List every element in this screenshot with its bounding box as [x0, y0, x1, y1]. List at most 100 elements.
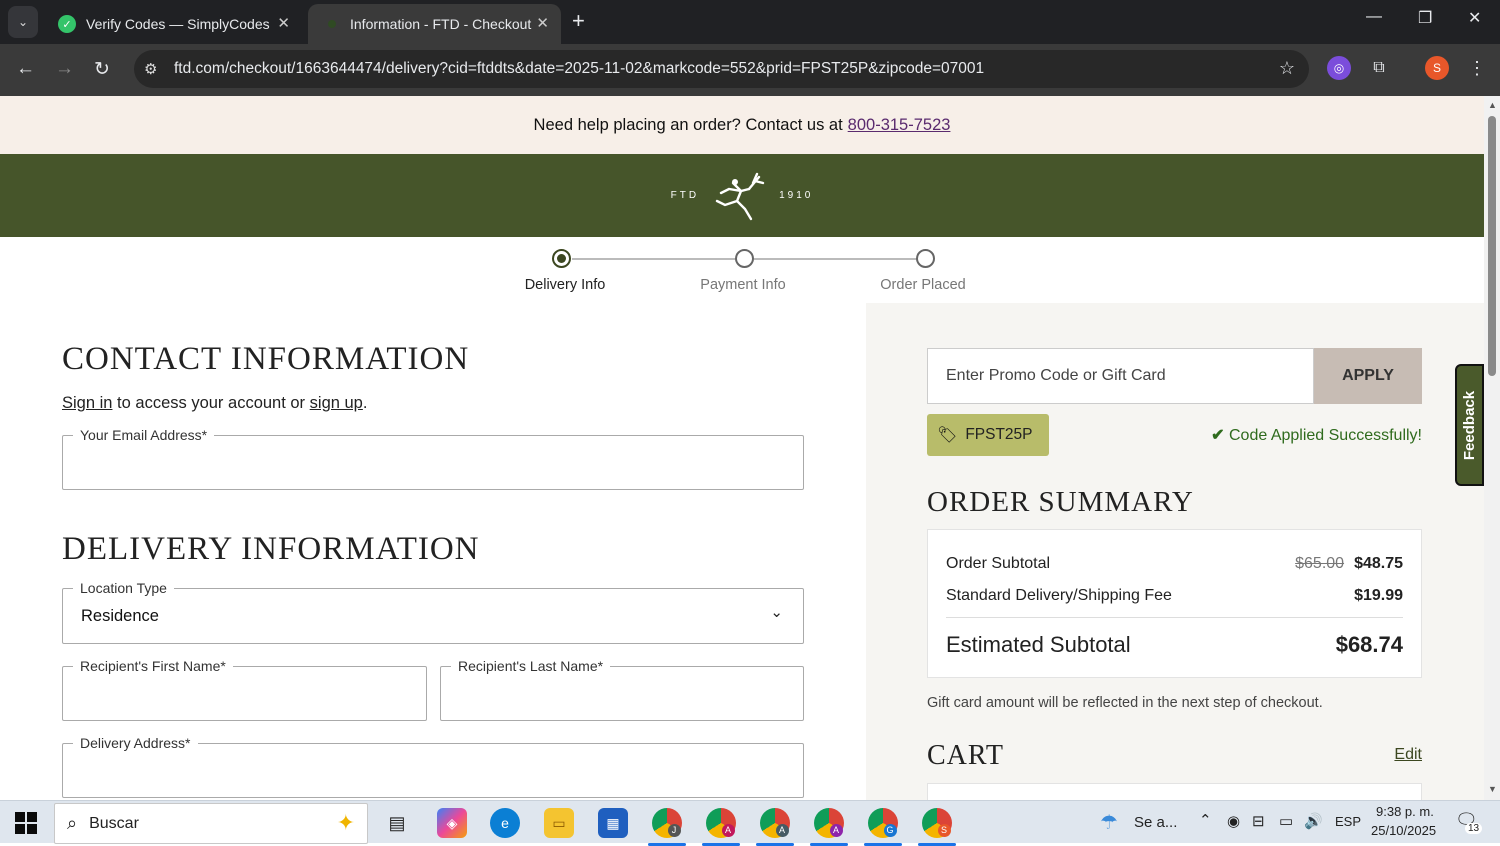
brand-right-text: 1910 [779, 190, 814, 201]
delivery-title: DELIVERY INFORMATION [62, 531, 480, 567]
page-viewport: Need help placing an order? Contact us a… [0, 96, 1484, 800]
new-tab-button[interactable]: + [572, 8, 585, 34]
subtotal-label: Order Subtotal [946, 555, 1051, 572]
address-bar[interactable]: ⚙ ftd.com/checkout/1663644474/delivery?c… [134, 50, 1309, 88]
volume-icon[interactable]: 🔊 [1304, 812, 1323, 830]
order-summary-title: ORDER SUMMARY [927, 486, 1194, 518]
brand-header: FTD 1910 [0, 154, 1484, 237]
task-view-icon[interactable]: ▤ [382, 808, 412, 838]
shipping-price: $19.99 [1354, 587, 1403, 604]
sign-in-link[interactable]: Sign in [62, 394, 112, 412]
first-name-label: Recipient's First Name* [73, 658, 233, 674]
page-scrollbar[interactable]: ▲ ▼ [1484, 96, 1500, 800]
delivery-address-field[interactable]: Delivery Address* [62, 735, 804, 798]
tab-bar: ⌄ ✓ Verify Codes — SimplyCodes ✕ Informa… [0, 0, 1500, 44]
chrome-profile-badge: G [883, 823, 897, 837]
site-info-icon[interactable]: ⚙ [144, 60, 166, 78]
scroll-up-icon[interactable]: ▲ [1488, 100, 1497, 110]
meet-icon[interactable]: ◉ [1227, 812, 1240, 830]
store-icon[interactable]: ▦ [598, 808, 628, 838]
applied-code: FPST25P [965, 426, 1033, 443]
help-banner: Need help placing an order? Contact us a… [0, 96, 1484, 154]
language-indicator[interactable]: ESP [1335, 814, 1361, 829]
windows-start-icon[interactable] [15, 812, 37, 834]
scroll-down-icon[interactable]: ▼ [1488, 784, 1497, 794]
file-explorer-icon[interactable]: ▭ [544, 808, 574, 838]
edge-icon[interactable]: e [490, 808, 520, 838]
chevron-down-icon[interactable]: ⌄ [770, 603, 783, 621]
apply-button[interactable]: APPLY [1314, 348, 1422, 404]
weather-text[interactable]: Se a... [1134, 814, 1177, 831]
weather-icon[interactable]: ☂ [1100, 810, 1118, 835]
signin-end-text: . [362, 394, 368, 412]
extensions-puzzle-icon[interactable]: ⧉ [1367, 56, 1391, 80]
address-label: Delivery Address* [73, 735, 198, 751]
scrollbar-thumb[interactable] [1488, 116, 1496, 376]
promo-placeholder: Enter Promo Code or Gift Card [946, 367, 1166, 384]
extension-icon[interactable]: ◎ [1327, 56, 1351, 80]
feedback-tab[interactable]: Feedback [1455, 364, 1484, 486]
forward-icon[interactable]: → [55, 58, 74, 80]
taskbar-search-text[interactable]: Buscar [89, 815, 139, 833]
location-type-select[interactable]: Location Type Residence ⌄ [62, 580, 804, 644]
usb-icon[interactable]: ⊟ [1252, 812, 1265, 830]
recipient-first-name-field[interactable]: Recipient's First Name* [62, 658, 427, 721]
subtotal-old-price: $65.00 [1295, 555, 1345, 572]
cart-edit-link[interactable]: Edit [1394, 746, 1422, 764]
tag-icon: 🏷 [937, 427, 958, 444]
back-icon[interactable]: ← [16, 58, 35, 80]
taskbar-search[interactable]: ⌕ Buscar ✦ [54, 803, 368, 844]
chrome-profile-icon[interactable]: A [756, 808, 794, 846]
bookmark-star-icon[interactable]: ☆ [1279, 58, 1295, 79]
clock-date[interactable]: 25/10/2025 [1371, 823, 1436, 838]
help-phone-link[interactable]: 800-315-7523 [848, 116, 951, 135]
progress-line [754, 258, 917, 260]
chrome-profile-icon[interactable]: A [702, 808, 740, 846]
gift-card-note: Gift card amount will be reflected in th… [927, 695, 1323, 711]
browser-chrome: ⌄ ✓ Verify Codes — SimplyCodes ✕ Informa… [0, 0, 1500, 96]
menu-kebab-icon[interactable]: ⋮ [1465, 56, 1489, 80]
tab-simplycodes[interactable]: ✓ Verify Codes — SimplyCodes ✕ [44, 4, 302, 44]
minimize-icon[interactable]: — [1366, 8, 1382, 26]
tab-ftd-checkout[interactable]: Information - FTD - Checkout ✕ [308, 4, 561, 44]
browser-toolbar: ← → ↻ ⚙ ftd.com/checkout/1663644474/deli… [0, 44, 1500, 96]
tray-chevron-up-icon[interactable]: ⌃ [1199, 811, 1212, 829]
step-delivery-dot [552, 249, 571, 268]
close-tab-icon[interactable]: ✕ [536, 14, 549, 32]
chrome-profile-badge: A [829, 823, 843, 837]
chrome-profile-icon[interactable]: A [810, 808, 848, 846]
clock-time[interactable]: 9:38 p. m. [1376, 804, 1434, 819]
recipient-last-name-field[interactable]: Recipient's Last Name* [440, 658, 804, 721]
tab-search-button[interactable]: ⌄ [8, 6, 38, 38]
notification-count: 13 [1465, 823, 1483, 834]
chrome-profile-badge: A [775, 823, 789, 837]
step-placed-label: Order Placed [880, 277, 966, 293]
signin-middle-text: to access your account or [117, 394, 306, 412]
close-tab-icon[interactable]: ✕ [277, 14, 290, 32]
chrome-profile-icon[interactable]: J [648, 808, 686, 846]
close-window-icon[interactable]: ✕ [1468, 8, 1481, 28]
location-type-value[interactable]: Residence [81, 607, 159, 626]
simplycodes-icon: ✓ [58, 15, 76, 33]
cart-title: CART [927, 740, 1004, 771]
sign-up-link[interactable]: sign up [310, 394, 363, 412]
url-text[interactable]: ftd.com/checkout/1663644474/delivery?cid… [174, 60, 984, 78]
tab-title: Verify Codes — SimplyCodes [86, 16, 270, 32]
checkmark-icon: ✔ [1211, 427, 1225, 444]
network-icon[interactable]: ▭ [1279, 812, 1293, 830]
promo-code-input[interactable]: Enter Promo Code or Gift Card [927, 348, 1314, 404]
email-label: Your Email Address* [73, 427, 215, 443]
signin-line: Sign in to access your account or sign u… [62, 394, 367, 413]
chrome-profile-icon[interactable]: G [864, 808, 902, 846]
subtotal-price: $48.75 [1354, 555, 1403, 572]
chrome-profile-icon[interactable]: S [918, 808, 956, 846]
ftd-mercury-logo-icon[interactable] [711, 171, 767, 221]
applied-code-chip[interactable]: 🏷 FPST25P [927, 414, 1049, 456]
order-sidebar: Enter Promo Code or Gift Card APPLY 🏷 FP… [866, 303, 1484, 800]
copilot-icon[interactable]: ◈ [437, 808, 467, 838]
restore-icon[interactable]: ❐ [1418, 8, 1432, 28]
email-field[interactable]: Your Email Address* [62, 427, 804, 490]
reload-icon[interactable]: ↻ [94, 58, 110, 81]
profile-avatar[interactable]: S [1425, 56, 1449, 80]
shipping-label: Standard Delivery/Shipping Fee [946, 587, 1172, 604]
